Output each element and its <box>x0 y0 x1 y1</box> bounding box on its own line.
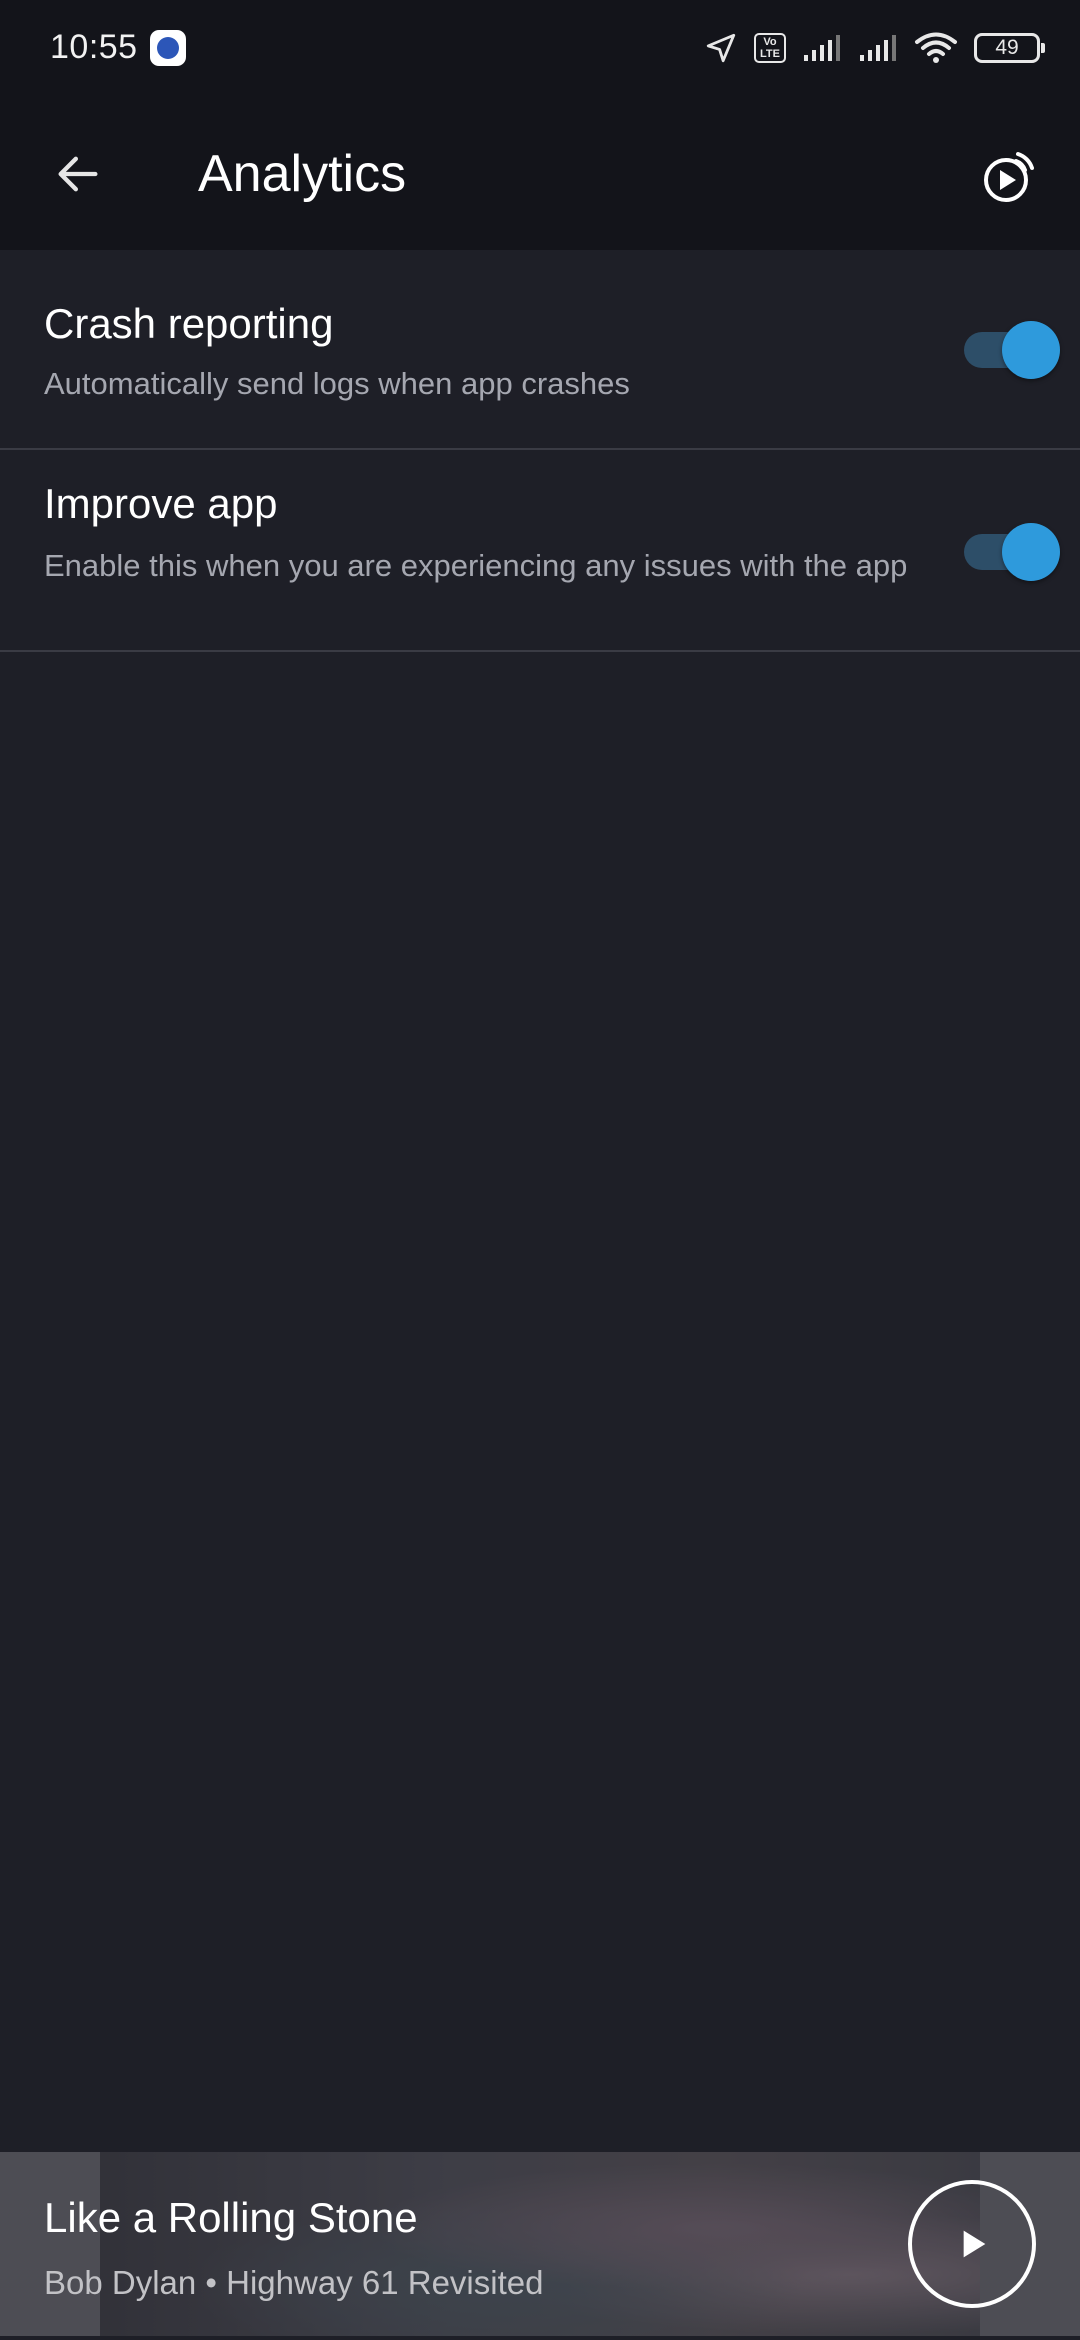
app-bar: Analytics <box>0 96 1080 250</box>
status-time: 10:55 <box>50 28 138 66</box>
toggle-thumb <box>1002 523 1060 581</box>
mini-player[interactable]: Like a Rolling Stone Bob Dylan • Highway… <box>0 2152 1080 2340</box>
setting-description: Enable this when you are experiencing an… <box>44 548 908 583</box>
status-bar: 10:55 Vo LTE 49 <box>0 0 1080 96</box>
track-subtitle: Bob Dylan • Highway 61 Revisited <box>44 2264 544 2301</box>
signal-icon <box>804 35 840 61</box>
improve-app-toggle[interactable] <box>964 522 1060 582</box>
settings-list: Crash reporting Automatically send logs … <box>0 250 1080 652</box>
signal-icon <box>860 35 896 61</box>
arrow-left-icon <box>58 156 98 192</box>
location-icon <box>706 33 736 63</box>
crash-reporting-toggle[interactable] <box>964 320 1060 380</box>
play-button[interactable] <box>908 2180 1036 2308</box>
cast-button[interactable] <box>966 136 1050 220</box>
cast-play-icon <box>984 152 1034 202</box>
setting-description: Automatically send logs when app crashes <box>44 366 630 401</box>
status-icons: Vo LTE 49 <box>704 28 1045 68</box>
setting-title: Crash reporting <box>44 300 334 347</box>
page-title: Analytics <box>198 145 407 203</box>
toggle-thumb <box>1002 321 1060 379</box>
app-notification-icon <box>150 30 186 66</box>
setting-title: Improve app <box>44 480 278 527</box>
battery-icon: 49 <box>974 33 1045 63</box>
play-icon <box>963 2230 986 2258</box>
volte-icon: Vo LTE <box>754 33 786 63</box>
setting-improve-app[interactable]: Improve app Enable this when you are exp… <box>0 450 1080 652</box>
wifi-icon <box>915 32 957 63</box>
track-title: Like a Rolling Stone <box>44 2194 418 2241</box>
back-button[interactable] <box>36 132 120 216</box>
nav-bar <box>0 2336 1080 2340</box>
setting-crash-reporting[interactable]: Crash reporting Automatically send logs … <box>0 250 1080 450</box>
